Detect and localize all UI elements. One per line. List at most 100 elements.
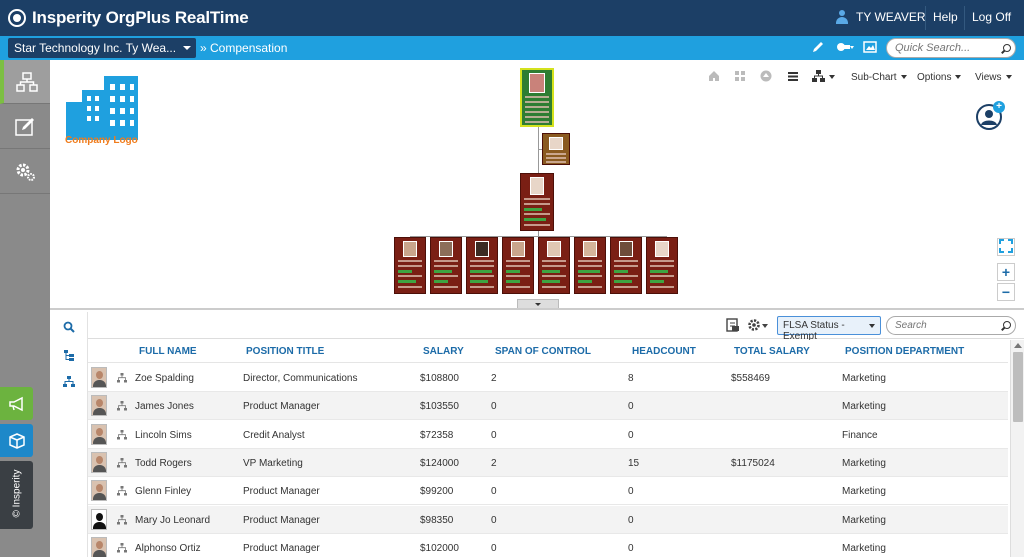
share-icon[interactable] (834, 40, 856, 56)
col-salary[interactable]: SALARY (423, 346, 464, 357)
org-chart-box[interactable] (502, 237, 534, 294)
table-row[interactable]: Zoe Spalding Director, Communications $108… (88, 364, 1008, 392)
avatar[interactable] (91, 395, 107, 417)
announcement-button[interactable] (0, 387, 33, 420)
fit-screen-button[interactable] (997, 238, 1015, 256)
col-position-title[interactable]: POSITION TITLE (246, 346, 324, 357)
quick-search[interactable] (886, 38, 1016, 58)
grid-search[interactable] (886, 316, 1016, 335)
cell-span-of-control: 2 (491, 373, 497, 384)
home-icon[interactable] (707, 70, 721, 84)
org-chart-box[interactable] (466, 237, 498, 294)
zoom-in-button[interactable]: + (997, 263, 1015, 281)
org-node-icon[interactable] (117, 429, 127, 440)
layout-dropdown[interactable] (811, 70, 837, 84)
expand-icon[interactable] (733, 70, 747, 84)
company-select-value: Star Technology Inc. Ty Wea... (14, 41, 177, 55)
views-dropdown[interactable]: Views (975, 68, 1012, 86)
avatar[interactable] (91, 480, 107, 502)
photo (403, 241, 417, 257)
gear-icon (16, 163, 35, 181)
breadcrumb: » Compensation (200, 41, 288, 55)
scroll-thumb[interactable] (1013, 352, 1023, 422)
box-button[interactable] (0, 424, 33, 457)
sidebar-brand-label: © Insperity (11, 469, 23, 518)
org-node-icon[interactable] (117, 373, 127, 383)
avatar[interactable] (91, 451, 107, 473)
org-node-icon[interactable] (117, 457, 127, 468)
col-total-salary[interactable]: TOTAL SALARY (734, 346, 810, 357)
col-full-name[interactable]: FULL NAME (139, 346, 197, 357)
hierarchy-list-icon[interactable] (62, 349, 76, 363)
org-chart-box-ceo[interactable] (520, 68, 554, 127)
org-chart-box[interactable] (646, 237, 678, 294)
org-node-icon[interactable] (117, 401, 127, 411)
table-row[interactable]: Mary Jo Leonard Product Manager $98350 0 0 Ma… (88, 505, 1008, 534)
avatar[interactable] (91, 536, 107, 557)
avatar[interactable] (91, 423, 107, 445)
org-chart-box[interactable] (538, 237, 570, 294)
org-chart-box-assistant[interactable] (542, 133, 570, 165)
grid-search-icon[interactable] (62, 321, 76, 335)
plus-icon: + (993, 101, 1005, 113)
org-node-icon[interactable] (117, 486, 127, 496)
table-row[interactable]: Glenn Finley Product Manager $99200 0 0 Marke… (88, 477, 1008, 506)
sidebar-item-org-chart[interactable] (0, 60, 50, 104)
insperity-brand-tab[interactable]: © Insperity (0, 461, 33, 529)
zoom-out-button[interactable]: − (997, 283, 1015, 301)
cell-salary: $99200 (420, 486, 454, 498)
col-headcount[interactable]: HEADCOUNT (632, 346, 696, 357)
org-chart-box[interactable] (610, 237, 642, 294)
table-row[interactable]: Todd Rogers VP Marketing $124000 2 15 $117502… (88, 448, 1008, 477)
org-chart-box[interactable] (394, 237, 426, 294)
cell-total-salary: $1175024 (731, 457, 775, 469)
arrow-up-icon[interactable] (759, 70, 773, 84)
pencil-icon[interactable] (810, 40, 826, 56)
quick-search-input[interactable] (895, 42, 995, 54)
grid-search-input[interactable] (895, 320, 995, 331)
subchart-dropdown[interactable]: Sub-Chart (851, 68, 907, 86)
sidebar-item-settings[interactable] (0, 150, 50, 194)
chevron-down-icon (183, 46, 191, 50)
org-chart-box[interactable] (574, 237, 606, 294)
org-tree-icon[interactable] (62, 376, 76, 390)
logoff-link[interactable]: Log Off (972, 10, 1011, 24)
options-dropdown[interactable]: Options (917, 68, 961, 86)
avatar[interactable] (91, 367, 107, 388)
add-person-button[interactable]: + (976, 101, 1005, 130)
list-icon[interactable] (786, 70, 800, 84)
company-select[interactable]: Star Technology Inc. Ty Wea... (8, 38, 196, 58)
org-chart-box-manager[interactable] (520, 173, 554, 231)
flsa-filter-select[interactable]: FLSA Status - Exempt (777, 316, 881, 342)
help-link[interactable]: Help (933, 10, 958, 24)
left-sidebar: © Insperity (0, 60, 50, 557)
divider (964, 6, 965, 30)
org-chart-box[interactable] (430, 237, 462, 294)
col-position-department[interactable]: POSITION DEPARTMENT (845, 346, 964, 357)
col-span-of-control[interactable]: SPAN OF CONTROL (495, 346, 591, 357)
image-icon[interactable] (862, 40, 878, 56)
grid-scrollbar[interactable] (1010, 340, 1024, 557)
export-icon[interactable] (726, 318, 740, 332)
table-row[interactable]: James Jones Product Manager $103550 0 0 Marke… (88, 392, 1008, 421)
cell-span-of-control: 0 (491, 401, 497, 413)
grid-toolbar (88, 312, 1024, 339)
photo (583, 241, 597, 257)
box-icon (8, 432, 25, 449)
cell-headcount: 15 (628, 457, 640, 469)
org-node-icon[interactable] (117, 542, 127, 553)
cell-salary: $72358 (420, 429, 454, 441)
grid-settings-dropdown[interactable] (747, 318, 769, 332)
user-menu[interactable]: TY WEAVER (836, 10, 926, 24)
edit-icon (15, 117, 34, 136)
org-node-icon[interactable] (117, 514, 127, 525)
search-icon[interactable] (1001, 44, 1011, 54)
cell-salary: $108800 (420, 373, 459, 384)
search-icon[interactable] (1001, 321, 1011, 331)
table-row[interactable]: Lincoln Sims Credit Analyst $72358 0 0 Financ… (88, 421, 1008, 449)
sidebar-item-edit[interactable] (0, 105, 50, 149)
scroll-up-arrow[interactable] (1014, 343, 1022, 348)
user-name[interactable]: TY WEAVER (856, 10, 926, 24)
table-row[interactable]: Alphonso Ortiz Product Manager $102000 0 0 Ma… (88, 534, 1008, 557)
avatar[interactable] (91, 508, 107, 530)
